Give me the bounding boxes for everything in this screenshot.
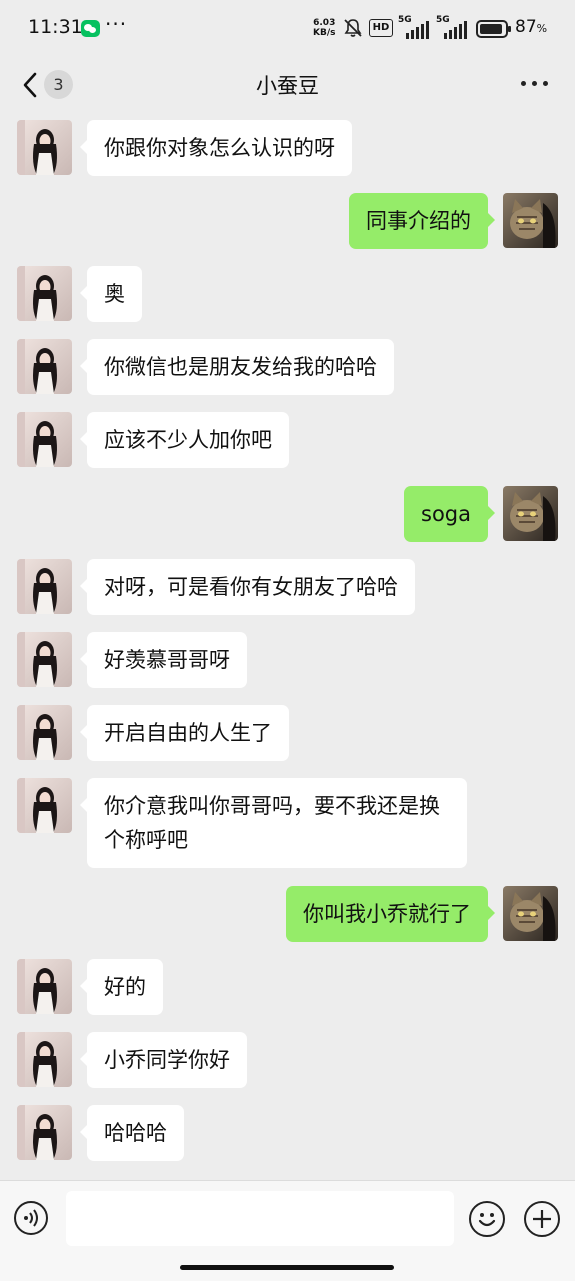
message-bubble[interactable]: 好的 [80,959,163,1015]
home-indicator [180,1265,394,1270]
message-bubble[interactable]: 应该不少人加你吧 [80,412,289,468]
contact-avatar[interactable] [17,1032,72,1087]
voice-input-button[interactable] [14,1201,48,1235]
battery-icon [476,20,511,38]
more-horizontal-icon [521,81,526,86]
message-bubble[interactable]: soga [404,486,495,542]
contact-avatar[interactable] [17,120,72,175]
status-time: 11:31 [28,16,83,38]
signal-bars-icon [444,21,467,39]
my-avatar[interactable] [503,486,558,541]
voice-icon [24,1209,38,1227]
message-bubble[interactable]: 开启自由的人生了 [80,705,289,761]
message-bubble[interactable]: 你微信也是朋友发给我的哈哈 [80,339,394,395]
message-bubble[interactable]: 你跟你对象怎么认识的呀 [80,120,352,176]
message-bubble[interactable]: 对呀，可是看你有女朋友了哈哈 [80,559,415,615]
network-speed-value: 6.03 [313,18,336,28]
more-dot [543,81,548,86]
contact-avatar[interactable] [17,959,72,1014]
status-more-icon: ··· [105,12,128,36]
more-functions-button[interactable] [524,1201,560,1237]
more-dot [532,81,537,86]
my-avatar[interactable] [503,886,558,941]
battery-percent-value: 87 [515,17,537,37]
emoji-button[interactable] [469,1201,505,1237]
contact-avatar[interactable] [17,559,72,614]
message-bubble[interactable]: 奥 [80,266,142,322]
message-bubble[interactable]: 小乔同学你好 [80,1032,247,1088]
mute-bell-icon [344,19,362,37]
contact-avatar[interactable] [17,705,72,760]
battery-percent-unit: % [536,22,548,35]
message-bubble[interactable]: 同事介绍的 [349,193,495,249]
contact-avatar[interactable] [17,412,72,467]
contact-avatar[interactable] [17,266,72,321]
plus-icon [533,1210,551,1228]
contact-avatar[interactable] [17,632,72,687]
message-bubble[interactable]: 好羡慕哥哥呀 [80,632,247,688]
wechat-notification-icon [81,20,100,37]
hd-icon: HD [369,19,393,37]
chat-title: 小蚕豆 [256,74,319,98]
message-input[interactable] [66,1191,454,1246]
battery-percent: 87% [515,17,547,37]
network-speed-unit: KB/s [313,28,336,38]
signal-bars-icon [406,21,429,39]
emoji-icon [478,1213,496,1227]
more-options-button[interactable] [517,68,555,98]
message-bubble[interactable]: 你叫我小乔就行了 [286,886,495,942]
status-bar: 11:31 ··· 6.03 KB/s HD 5G 5G 87% [0,0,575,58]
contact-avatar[interactable] [17,1105,72,1160]
chat-header: 3 小蚕豆 [0,58,575,110]
my-avatar[interactable] [503,193,558,248]
contact-avatar[interactable] [17,778,72,833]
network-speed: 6.03 KB/s [313,18,335,38]
message-bubble[interactable]: 你介意我叫你哥哥吗，要不我还是换个称呼吧 [80,778,467,868]
message-bubble[interactable]: 哈哈哈 [80,1105,184,1161]
contact-avatar[interactable] [17,339,72,394]
